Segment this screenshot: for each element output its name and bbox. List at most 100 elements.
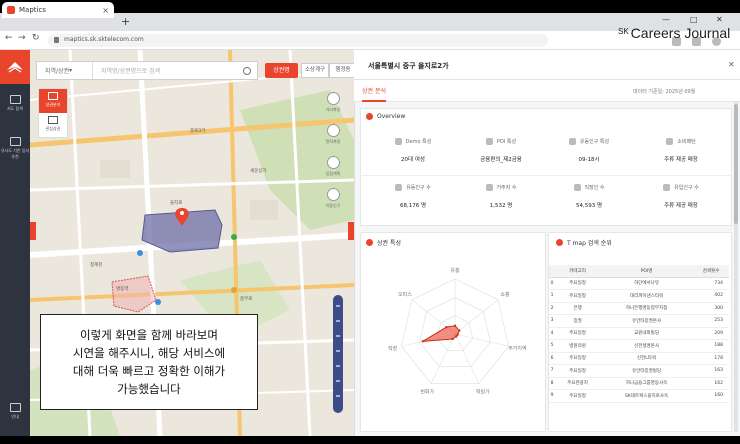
map-icon: [9, 95, 21, 104]
radar-label: 유흥: [450, 267, 460, 274]
table-cell: 주요일정: [555, 327, 600, 340]
rail-item-guide[interactable]: 안내: [0, 403, 30, 420]
radar-label: 오피스: [398, 291, 412, 298]
table-row[interactable]: 6 주요일정 신한L타워 178: [549, 352, 729, 365]
map-label: 명동역: [116, 287, 129, 292]
table-row[interactable]: 5 병원의원 신한생명본사 188: [549, 339, 729, 353]
tool-store-plan[interactable]: 입점계획: [320, 156, 346, 188]
table-cell: 160: [693, 389, 729, 403]
table-cell: 188: [693, 339, 729, 353]
watermark-name: Careers Journal: [630, 25, 731, 41]
tab-admin-dong[interactable]: 행정동: [329, 63, 357, 78]
table-cell: 253: [693, 314, 729, 328]
table-cell: 유안타증권빌딩: [599, 364, 694, 378]
search-icon[interactable]: [243, 66, 251, 75]
reload-icon[interactable]: ↻: [32, 33, 40, 43]
map-label: 충무로: [240, 297, 253, 302]
table-row[interactable]: 9 주요일정 SK네트웍스을지로사옥 160: [549, 389, 729, 403]
table-cell: 163: [693, 364, 729, 378]
analyze-button[interactable]: 상권명: [265, 63, 298, 78]
search-input[interactable]: 지역명/상권명으로 검색: [93, 66, 160, 75]
rail-item-map[interactable]: 지도 탐색: [0, 95, 30, 112]
browser-tab[interactable]: Maptics ×: [2, 2, 114, 18]
people-icon: [326, 188, 340, 201]
left-collapse-handle[interactable]: [30, 222, 36, 240]
close-icon[interactable]: ✕: [728, 60, 735, 69]
maptics-logo[interactable]: [0, 50, 30, 84]
tool-distance[interactable]: 거리측정: [320, 92, 346, 124]
metric-floating: 유동인구 특성 09-18시: [544, 138, 634, 163]
map-label: 세운상가: [250, 169, 267, 174]
rail-item-label: 안내: [11, 414, 19, 419]
radar-label: 학원가: [476, 389, 490, 396]
map-label: 종로3가: [190, 129, 206, 134]
close-window-icon[interactable]: ✕: [716, 15, 723, 24]
table-cell: 신한생명본사: [599, 339, 694, 353]
table-cell: 178: [693, 352, 729, 365]
table-row[interactable]: 7 주요일정 유안타증권빌딩 163: [549, 364, 729, 378]
panel-title: 서울특별시 중구 을지로2가: [368, 62, 449, 70]
table-row[interactable]: 4 주요일정 교원내외빌딩 209: [549, 327, 729, 340]
table-cell: 734: [693, 277, 729, 290]
radar-axis: [454, 299, 499, 335]
tmap-title: T map 검색 순위: [556, 238, 612, 247]
close-tab-icon[interactable]: ×: [102, 6, 109, 15]
radar-point: [458, 329, 461, 332]
table-cell: 병원의원: [555, 339, 600, 353]
radar-label: 주거지역: [508, 345, 526, 352]
minimize-icon[interactable]: —: [662, 15, 670, 24]
table-row[interactable]: 8 주요관광지 하나금융그룹명동사옥 162: [549, 377, 729, 390]
metric-demo: Demo 특성 20대 여성: [368, 138, 458, 163]
radar-axis: [454, 333, 480, 384]
card-icon: [666, 138, 674, 145]
table-cell: 162: [693, 377, 729, 390]
back-icon[interactable]: ←: [5, 33, 13, 43]
radar-label: 직장: [388, 345, 398, 352]
new-tab-button[interactable]: +: [121, 15, 130, 28]
logo-icon: [7, 62, 23, 73]
forward-icon[interactable]: →: [18, 33, 26, 43]
tab-area-analysis[interactable]: 상권 분석: [362, 86, 386, 102]
tab-title: Maptics: [19, 6, 46, 14]
metric-poi: POI 특성 금융편의_제2금융: [480, 138, 522, 163]
favicon-icon: [7, 6, 15, 14]
tool-area-analysis[interactable]: 상권분석: [39, 89, 67, 113]
briefcase-icon: [573, 184, 581, 191]
metric-resident-count: 거주자 수 1,532 명: [456, 184, 546, 209]
table-cell: 300: [693, 302, 729, 315]
zoom-tick: [336, 350, 340, 352]
section-dot-icon: [556, 239, 563, 246]
radar-point: [456, 333, 459, 336]
zoom-tick: [336, 305, 340, 307]
search-type-select[interactable]: 지역/상권 ▾: [37, 62, 93, 79]
rail-item-label: 유사도 기반 입지추천: [0, 148, 30, 159]
search-bar: 지역/상권 ▾ 지역명/상권명으로 검색: [36, 61, 258, 80]
table-row[interactable]: 3 증권 유안타증권본사 253: [549, 314, 729, 328]
tool-floating-pop[interactable]: 이동인구: [320, 188, 346, 220]
table-row[interactable]: 1 주요일정 대리파이낸스타워 402: [549, 289, 729, 303]
radar-series-area: [422, 325, 460, 342]
radar-point: [454, 335, 458, 338]
poi-icon: [485, 138, 493, 145]
location-icon: [9, 137, 21, 146]
table-header: 카테고리: [555, 265, 600, 278]
radar-label: 번화가: [420, 389, 434, 396]
tab-district[interactable]: 소상계구: [301, 63, 329, 78]
maximize-icon[interactable]: □: [690, 15, 698, 24]
table-cell: 유안타증권본사: [599, 314, 694, 328]
table-cell: 은행: [555, 302, 600, 315]
table-row[interactable]: 0 주요일정 하단에서나뮤 734: [549, 277, 729, 290]
rail-item-recommend[interactable]: 유사도 기반 입지추천: [0, 137, 30, 160]
url-field[interactable]: maptics.sk.sktelecom.com: [48, 34, 548, 47]
table-row[interactable]: 2 은행 하나은행명동업무지점 300: [549, 302, 729, 315]
area-icon: [326, 124, 340, 137]
tool-area[interactable]: 면적측정: [320, 124, 346, 156]
tool-favorite-area[interactable]: 관심상권: [39, 113, 67, 137]
person-icon: [394, 138, 402, 145]
caption-line: 가능했습니다: [117, 382, 181, 396]
radar-point: [445, 325, 448, 329]
zoom-tick: [336, 380, 340, 382]
table-cell: 402: [693, 289, 729, 303]
caption-line: 대해 더욱 빠르고 정확한 이해가: [72, 364, 226, 378]
panel-scroll-thumb[interactable]: [734, 104, 738, 224]
